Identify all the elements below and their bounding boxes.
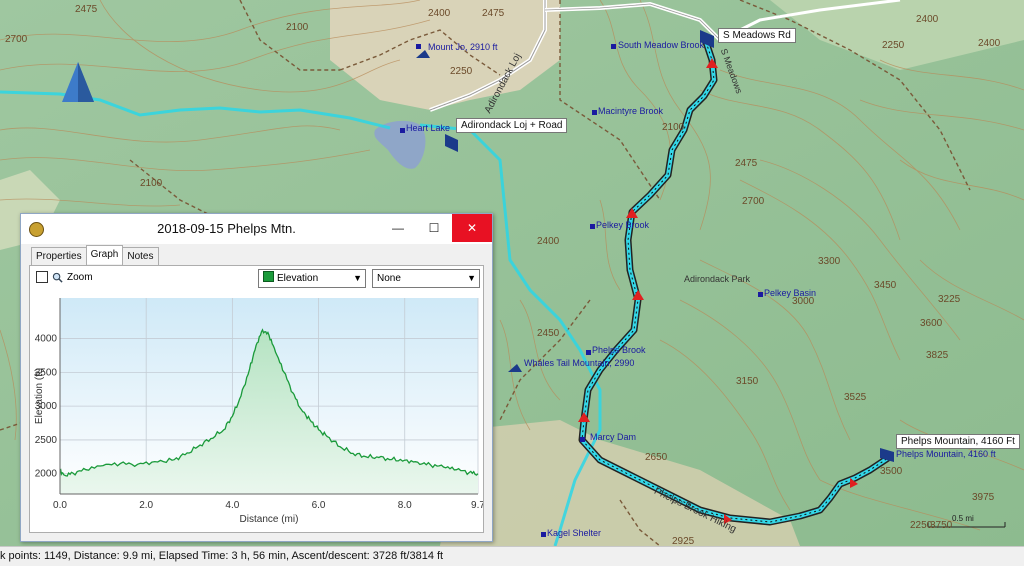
x-tick-label: 6.0 [312, 500, 326, 511]
tab-notes[interactable]: Notes [122, 247, 159, 266]
waypoint-callout-adirondack-loj[interactable]: Adirondack Loj + Road [456, 118, 568, 133]
magnifier-icon [52, 272, 63, 283]
chevron-down-icon: ▼ [467, 273, 476, 283]
tab-graph[interactable]: Graph [85, 245, 124, 264]
waypoint-marker [758, 292, 763, 297]
contour-label: 2700 [742, 196, 765, 207]
contour-label: 3500 [880, 466, 903, 477]
contour-label: 3225 [938, 294, 961, 305]
waypoint-marker [580, 437, 585, 442]
contour-label: 2475 [482, 8, 505, 19]
minimize-button[interactable]: — [384, 214, 412, 242]
waypoint-label-phelps-brook[interactable]: Phelps Brook [592, 345, 646, 355]
contour-label: 2400 [428, 8, 451, 19]
waypoint-label-mount-jo[interactable]: Mount Jo, 2910 ft [428, 42, 498, 52]
contour-label: 3975 [972, 492, 995, 503]
y-tick-label: 2000 [35, 469, 58, 480]
waypoint-label-kagel-shelter[interactable]: Kagel Shelter [547, 528, 601, 538]
waypoint-marker [400, 128, 405, 133]
x-axis-label: Distance (mi) [240, 514, 299, 525]
tab-properties[interactable]: Properties [31, 247, 87, 266]
waypoint-label-whales-tail[interactable]: Whales Tail Mountain, 2990 [524, 358, 634, 368]
waypoint-marker [590, 224, 595, 229]
y-tick-label: 2500 [35, 435, 58, 446]
x-tick-label: 0.0 [53, 500, 67, 511]
contour-label: 3525 [844, 392, 867, 403]
graph-panel: Zoom Elevation ▼ None ▼ 2000 2500 3000 3… [29, 265, 484, 533]
status-bar: k points: 1149, Distance: 9.9 mi, Elapse… [0, 546, 1024, 566]
waypoint-label-phelps-mountain[interactable]: Phelps Mountain, 4160 ft [896, 449, 996, 459]
tab-strip: Properties Graph Notes [31, 245, 159, 266]
contour-label: 2400 [916, 14, 939, 25]
contour-label: 2250 [882, 40, 905, 51]
contour-label: 3825 [926, 350, 949, 361]
contour-label: 2450 [537, 328, 560, 339]
contour-label: 3600 [920, 318, 943, 329]
elevation-chart[interactable]: 20002500300035004000 0.0 2.0 4.0 6.0 8.0 9.7 … [30, 292, 483, 534]
window-titlebar[interactable]: 2018-09-15 Phelps Mtn. — ☐ ✕ [21, 214, 492, 244]
maximize-button[interactable]: ☐ [420, 214, 448, 242]
contour-label: 3300 [818, 256, 841, 267]
zoom-label: Zoom [67, 271, 93, 283]
zoom-checkbox[interactable] [36, 271, 48, 283]
y-tick-label: 4000 [35, 334, 58, 345]
waypoint-marker [416, 44, 421, 49]
x-tick-label: 8.0 [398, 500, 412, 511]
waypoint-label-pelkey-brook[interactable]: Pelkey Brook [596, 220, 649, 230]
contour-label: 2475 [75, 4, 98, 15]
track-properties-window[interactable]: 2018-09-15 Phelps Mtn. — ☐ ✕ Properties … [20, 213, 493, 542]
waypoint-marker [541, 532, 546, 537]
waypoint-label-south-meadow-brook[interactable]: South Meadow Brook [618, 40, 704, 50]
waypoint-marker [592, 110, 597, 115]
waypoint-callout-phelps-mountain[interactable]: Phelps Mountain, 4160 Ft [896, 434, 1020, 449]
contour-label: 2700 [5, 34, 28, 45]
waypoint-label-adirondack-park: Adirondack Park [684, 274, 751, 284]
x-tick-label: 2.0 [139, 500, 153, 511]
zoom-control[interactable]: Zoom [36, 271, 93, 283]
contour-label: 2100 [662, 122, 685, 133]
series-color-swatch [263, 271, 274, 282]
contour-label: 2475 [735, 158, 758, 169]
contour-label: 2100 [286, 22, 309, 33]
contour-label: 3150 [736, 376, 759, 387]
waypoint-label-marcy-dam[interactable]: Marcy Dam [590, 432, 636, 442]
waypoint-label-pelkey-basin[interactable]: Pelkey Basin [764, 288, 816, 298]
contour-label: 2250 [450, 66, 473, 77]
waypoint-callout-s-meadows-rd[interactable]: S Meadows Rd [718, 28, 796, 43]
contour-label: 2400 [978, 38, 1001, 49]
series-select[interactable]: Elevation ▼ [258, 269, 366, 288]
second-series-select[interactable]: None ▼ [372, 269, 480, 288]
scale-label: 0.5 mi [952, 514, 974, 523]
close-button[interactable]: ✕ [452, 214, 492, 242]
contour-label: 3450 [874, 280, 897, 291]
contour-label: 2400 [537, 236, 560, 247]
contour-label: 2250 [910, 520, 933, 531]
y-axis-label: Elevation (ft) [34, 368, 45, 424]
x-tick-label: 4.0 [225, 500, 239, 511]
contour-label: 2650 [645, 452, 668, 463]
contour-label: 2925 [672, 536, 695, 546]
chevron-down-icon: ▼ [353, 273, 362, 283]
x-tick-labels: 0.0 2.0 4.0 6.0 8.0 9.7 [53, 500, 483, 511]
second-select-value: None [377, 273, 401, 284]
x-tick-label: 9.7 [471, 500, 483, 511]
status-text: k points: 1149, Distance: 9.9 mi, Elapse… [0, 550, 444, 562]
window-body: Properties Graph Notes Zoom Elevation ▼ … [21, 244, 492, 541]
waypoint-label-heart-lake[interactable]: Heart Lake [406, 123, 450, 133]
waypoint-label-macintyre-brook[interactable]: Macintyre Brook [598, 106, 663, 116]
contour-label: 3750 [930, 520, 953, 531]
series-select-value: Elevation [277, 273, 319, 284]
waypoint-marker [586, 350, 591, 355]
contour-label: 2100 [140, 178, 163, 189]
waypoint-marker [611, 44, 616, 49]
